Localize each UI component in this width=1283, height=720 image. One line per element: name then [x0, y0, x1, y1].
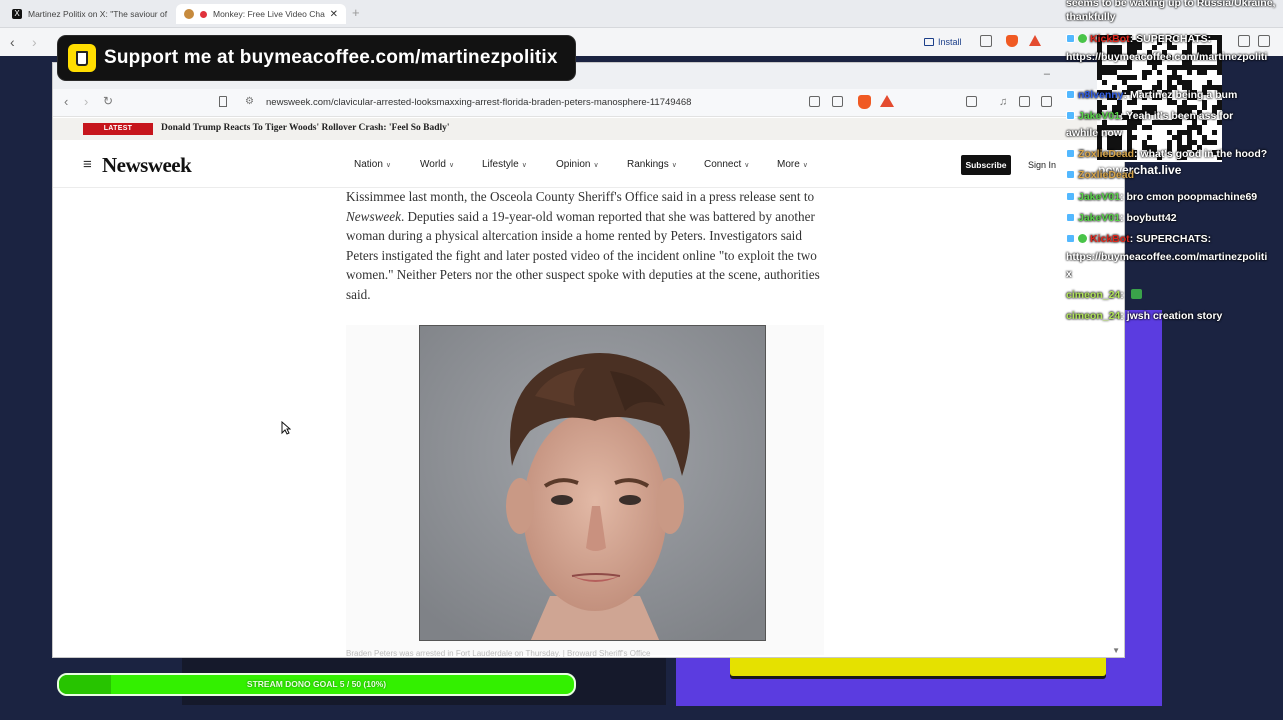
chat-text: seems to be waking up to Russia/Ukraine,: [1066, 0, 1276, 9]
chevron-down-icon: ∨: [671, 162, 677, 169]
chat-message: JakeV01: Yeah it's been ass for: [1066, 110, 1233, 122]
share-icon[interactable]: [980, 35, 992, 47]
bookmark-icon[interactable]: [219, 96, 227, 107]
badge-icon: [1066, 234, 1075, 243]
subscribe-button[interactable]: Subscribe: [961, 155, 1011, 175]
newsweek-logo[interactable]: Newsweek: [102, 153, 192, 178]
install-icon: [924, 38, 934, 46]
verified-icon: [1078, 34, 1087, 43]
chevron-down-icon: ∨: [744, 162, 750, 169]
minimize-icon[interactable]: –: [1044, 68, 1050, 80]
sidebar-icon[interactable]: [1019, 96, 1030, 107]
verified-icon: [1078, 234, 1087, 243]
inner-address-bar: ‹ › ↻ ⚙ newsweek.com/clavicular-arrested…: [53, 89, 1124, 117]
chevron-down-icon: ∨: [593, 162, 599, 169]
mouse-cursor-icon: [281, 421, 291, 435]
chevron-down-icon: ∨: [448, 162, 455, 169]
emote-icon: [1130, 289, 1142, 299]
nav-item-rankings[interactable]: Rankings ∨: [627, 159, 677, 170]
badge-icon: [1066, 170, 1075, 179]
latest-badge: LATEST: [83, 123, 153, 135]
sign-in-link[interactable]: Sign In: [1028, 160, 1056, 170]
badge-icon: [1066, 111, 1075, 120]
music-icon[interactable]: ♫: [999, 96, 1007, 108]
latest-headline-link[interactable]: Donald Trump Reacts To Tiger Woods' Roll…: [161, 123, 450, 133]
badge-icon: [1066, 34, 1075, 43]
extension-icon[interactable]: [966, 96, 977, 107]
reader-mode-icon[interactable]: [809, 96, 820, 107]
mugshot-photo: [419, 325, 766, 641]
photo-caption: Braden Peters was arrested in Fort Laude…: [346, 649, 651, 658]
brave-shield-icon[interactable]: [858, 95, 871, 109]
chat-text: thankfully: [1066, 11, 1116, 23]
wallet-icon[interactable]: [1041, 96, 1052, 107]
brave-rewards-icon[interactable]: [1029, 35, 1041, 46]
chevron-down-icon: ∨: [385, 162, 392, 169]
chat-message: JakeV01: bro cmon poopmachine69: [1066, 191, 1257, 203]
chat-text: awhile now: [1066, 127, 1123, 139]
chat-message: cimeon_24:: [1066, 289, 1142, 301]
monkey-icon: [184, 9, 194, 19]
hamburger-menu-icon[interactable]: ≡: [83, 156, 92, 173]
chat-message: KickBot: SUPERCHATS:: [1066, 33, 1211, 45]
badge-icon: [1066, 149, 1075, 158]
site-info-icon[interactable]: ⚙: [245, 96, 254, 107]
chat-message: n8lvenny: Martinez being a bum: [1066, 89, 1237, 101]
badge-icon: [1066, 213, 1075, 222]
install-button[interactable]: Install: [918, 34, 968, 50]
support-banner-text: Support me at buymeacoffee.com/martinezp…: [104, 47, 558, 68]
badge-icon: [1066, 192, 1075, 201]
chat-text: x: [1066, 268, 1072, 280]
chat-text: https://buymeacoffee.com/martinezpoliti: [1066, 251, 1268, 263]
forward-icon[interactable]: ›: [84, 94, 88, 109]
nav-item-nation[interactable]: Nation ∨: [354, 159, 391, 170]
chat-overlay: seems to be waking up to Russia/Ukraine,…: [1066, 0, 1283, 330]
reload-icon[interactable]: ↻: [103, 94, 113, 108]
tab-monkey-video-chat[interactable]: Monkey: Free Live Video Cha ✕: [176, 4, 346, 24]
badge-icon: [1066, 90, 1075, 99]
forward-icon[interactable]: ›: [32, 34, 37, 50]
chat-message: ZoxlieDead: what's good in the hood?: [1066, 148, 1267, 160]
chat-message: KickBot: SUPERCHATS:: [1066, 233, 1211, 245]
nav-item-opinion[interactable]: Opinion ∨: [556, 159, 599, 170]
nav-item-more[interactable]: More ∨: [777, 159, 808, 170]
chat-text: https://buymeacoffee.com/martinezpoliti: [1066, 51, 1268, 63]
nav-item-lifestyle[interactable]: Lifestyle ∨: [482, 159, 527, 170]
close-tab-icon[interactable]: ✕: [330, 9, 338, 20]
latest-news-ticker: LATEST Donald Trump Reacts To Tiger Wood…: [53, 118, 1124, 140]
support-banner: Support me at buymeacoffee.com/martinezp…: [58, 36, 575, 80]
scroll-down-arrow-icon[interactable]: ▼: [1112, 646, 1120, 655]
chat-message: cimeon_24: jwsh creation story: [1066, 310, 1223, 322]
chevron-down-icon: ∨: [802, 162, 808, 169]
x-logo-icon: X: [12, 9, 22, 19]
goal-label: STREAM DONO GOAL 5 / 50 (10%): [246, 679, 387, 689]
brave-shield-icon[interactable]: [1006, 35, 1018, 47]
share-icon[interactable]: [832, 96, 843, 107]
recording-icon: [200, 10, 207, 18]
nav-item-world[interactable]: World ∨: [420, 159, 454, 170]
chevron-down-icon: ∨: [521, 162, 527, 169]
coffee-cup-icon: [68, 44, 96, 72]
back-icon[interactable]: ‹: [10, 34, 15, 50]
inner-browser-window: – ‹ › ↻ ⚙ newsweek.com/clavicular-arrest…: [52, 62, 1125, 658]
chat-message: ZoxlieDead: [1066, 169, 1134, 181]
tab-label: Monkey: Free Live Video Cha: [213, 9, 325, 19]
tab-martinez-politix[interactable]: X Martinez Politix on X: "The saviour of: [4, 4, 172, 24]
back-icon[interactable]: ‹: [64, 94, 68, 109]
nav-item-connect[interactable]: Connect ∨: [704, 159, 749, 170]
newsweek-nav: ≡ Newsweek Nation ∨ World ∨ Lifestyle ∨ Opi…: [53, 140, 1124, 188]
chat-message: JakeV01: boybutt42: [1066, 212, 1177, 224]
url-field[interactable]: newsweek.com/clavicular-arrested-looksma…: [266, 97, 691, 108]
mugshot-image: [420, 326, 765, 640]
article-paragraph: Kissimmee last month, the Osceola County…: [346, 189, 820, 302]
stream-donation-goal-bar: STREAM DONO GOAL 5 / 50 (10%): [57, 673, 576, 696]
brave-rewards-icon[interactable]: [880, 95, 894, 107]
new-tab-button[interactable]: +: [352, 5, 360, 20]
tab-label: Martinez Politix on X: "The saviour of: [28, 9, 168, 19]
